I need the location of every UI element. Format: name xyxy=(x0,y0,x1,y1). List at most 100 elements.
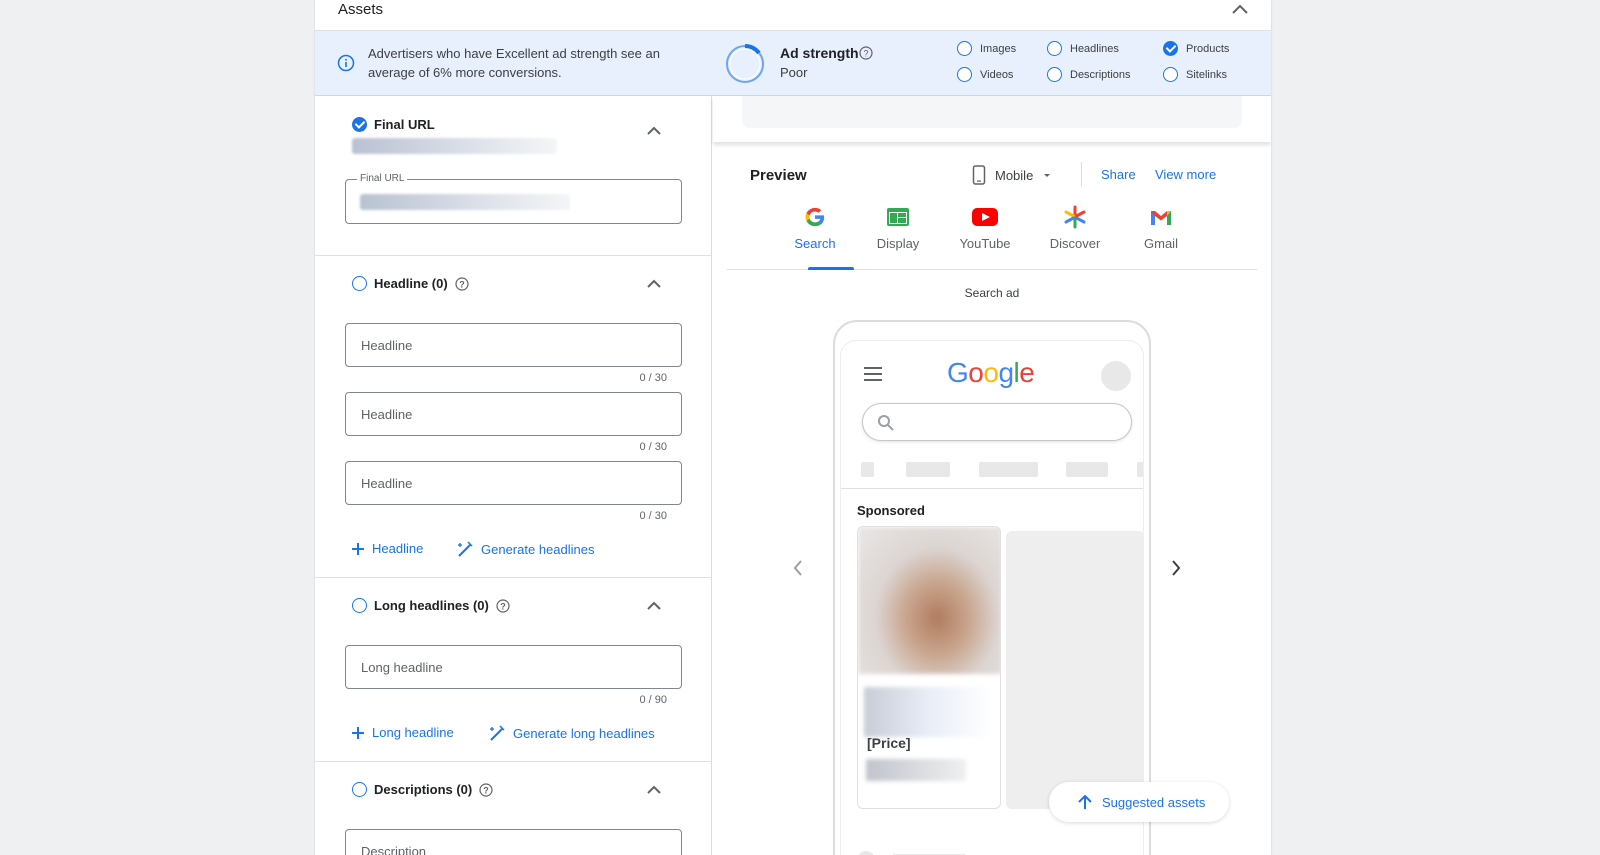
chevron-up-icon[interactable] xyxy=(1229,0,1251,20)
circle-icon xyxy=(1047,67,1062,82)
long-headline-input-field[interactable] xyxy=(346,646,681,688)
svg-text:?: ? xyxy=(500,601,506,611)
assets-header: Assets xyxy=(315,0,1271,31)
checklist-videos: Videos xyxy=(957,67,1013,82)
tab-display[interactable]: Display xyxy=(858,204,938,251)
share-button[interactable]: Share xyxy=(1101,167,1136,182)
generate-headlines-button[interactable]: Generate headlines xyxy=(456,540,594,558)
headline-input-2[interactable] xyxy=(345,392,682,436)
svg-text:?: ? xyxy=(863,49,868,59)
assets-panel: Assets Advertisers who have Excellent ad… xyxy=(315,0,1271,855)
product-price: [Price] xyxy=(867,735,911,751)
help-icon[interactable]: ? xyxy=(859,46,873,60)
google-g-icon xyxy=(805,207,825,227)
headline-input[interactable] xyxy=(346,393,681,435)
circle-icon xyxy=(1163,67,1178,82)
plus-icon xyxy=(352,726,364,739)
banner-message: Advertisers who have Excellent ad streng… xyxy=(368,46,660,80)
chevron-right-icon[interactable] xyxy=(1170,559,1182,577)
product-card: [Price] xyxy=(857,526,1001,809)
circle-icon xyxy=(957,41,972,56)
add-long-headline-button[interactable]: Long headline xyxy=(351,725,454,740)
blurred-product-title xyxy=(864,687,992,737)
chevron-up-icon[interactable] xyxy=(646,126,662,136)
character-counter: 0 / 30 xyxy=(639,441,667,453)
long-headline-heading: Long headlines (0) xyxy=(374,598,489,613)
circle-icon xyxy=(1047,41,1062,56)
long-headline-input[interactable] xyxy=(345,645,682,689)
help-icon[interactable]: ? xyxy=(455,276,469,291)
descriptions-header[interactable]: Descriptions (0) ? xyxy=(352,782,493,797)
checklist-images: Images xyxy=(957,41,1016,56)
ad-strength-label: Ad strength xyxy=(780,45,859,61)
tab-gmail[interactable]: Gmail xyxy=(1121,204,1201,251)
gmail-icon xyxy=(1151,211,1171,225)
description-input[interactable] xyxy=(345,829,682,855)
chevron-up-icon[interactable] xyxy=(646,601,662,611)
view-more-button[interactable]: View more xyxy=(1155,167,1216,182)
filter-chip xyxy=(979,462,1038,477)
headline-input[interactable] xyxy=(346,462,681,504)
filter-chip xyxy=(861,462,874,477)
preview-tabs: Search Display YouTube Discover Gmail xyxy=(727,204,1257,270)
checklist-headlines: Headlines xyxy=(1047,41,1119,56)
ad-strength-value: Poor xyxy=(780,65,808,80)
headline-input-1[interactable] xyxy=(345,323,682,367)
assets-title: Assets xyxy=(338,1,384,18)
tab-discover[interactable]: Discover xyxy=(1035,204,1115,251)
product-image xyxy=(858,527,1000,674)
menu-icon xyxy=(864,367,882,381)
device-selector[interactable]: Mobile xyxy=(972,165,1052,185)
description-input-field[interactable] xyxy=(346,830,681,855)
chevron-up-icon[interactable] xyxy=(646,785,662,795)
check-circle-icon xyxy=(1163,41,1178,56)
headline-input-3[interactable] xyxy=(345,461,682,505)
chevron-left-icon[interactable] xyxy=(792,559,804,577)
headline-heading: Headline (0) xyxy=(374,276,448,291)
blurred-product-store xyxy=(866,759,966,781)
ad-strength-banner: Advertisers who have Excellent ad streng… xyxy=(315,31,1271,96)
final-url-header[interactable]: Final URL xyxy=(352,117,435,132)
svg-text:?: ? xyxy=(459,279,465,289)
phone-screen: Google Sponsored [Price] xyxy=(840,340,1144,855)
help-icon[interactable]: ? xyxy=(496,598,510,613)
google-logo: Google xyxy=(947,357,1035,388)
ad-strength-ring xyxy=(726,44,764,83)
character-counter: 0 / 30 xyxy=(639,510,667,522)
divider xyxy=(841,488,1143,489)
svg-text:?: ? xyxy=(484,785,490,795)
info-icon xyxy=(337,54,355,72)
display-icon xyxy=(887,208,909,226)
avatar xyxy=(1101,361,1131,391)
sponsored-label: Sponsored xyxy=(857,503,925,518)
filter-chip xyxy=(1066,462,1108,477)
tab-youtube[interactable]: YouTube xyxy=(945,204,1025,251)
long-headline-header[interactable]: Long headlines (0) ? xyxy=(352,598,510,613)
help-icon[interactable]: ? xyxy=(479,782,493,797)
preview-panel: Preview Mobile Share View more Search Di… xyxy=(713,96,1271,855)
generate-long-headlines-button[interactable]: Generate long headlines xyxy=(488,724,655,742)
headline-input[interactable] xyxy=(346,324,681,366)
filter-chip xyxy=(1137,462,1143,477)
magic-wand-icon xyxy=(458,541,473,557)
divider xyxy=(315,255,712,256)
character-counter: 0 / 30 xyxy=(639,372,667,384)
tab-search[interactable]: Search xyxy=(775,204,855,251)
google-search-bar xyxy=(862,403,1132,441)
final-url-field[interactable] xyxy=(345,179,682,224)
discover-icon xyxy=(1064,205,1086,229)
preview-title: Preview xyxy=(750,167,807,184)
youtube-icon xyxy=(972,208,998,226)
suggested-assets-button[interactable]: Suggested assets xyxy=(1049,782,1229,822)
checklist-sitelinks: Sitelinks xyxy=(1163,67,1227,82)
headline-header[interactable]: Headline (0) ? xyxy=(352,276,469,291)
chevron-up-icon[interactable] xyxy=(646,279,662,289)
caret-down-icon xyxy=(1044,174,1051,177)
blurred-url xyxy=(352,138,557,154)
checklist-descriptions: Descriptions xyxy=(1047,67,1131,82)
character-counter: 0 / 90 xyxy=(639,694,667,706)
check-circle-icon xyxy=(352,117,367,132)
checklist-products: Products xyxy=(1163,41,1229,56)
add-headline-button[interactable]: Headline xyxy=(351,541,423,556)
placeholder-block xyxy=(742,96,1242,128)
